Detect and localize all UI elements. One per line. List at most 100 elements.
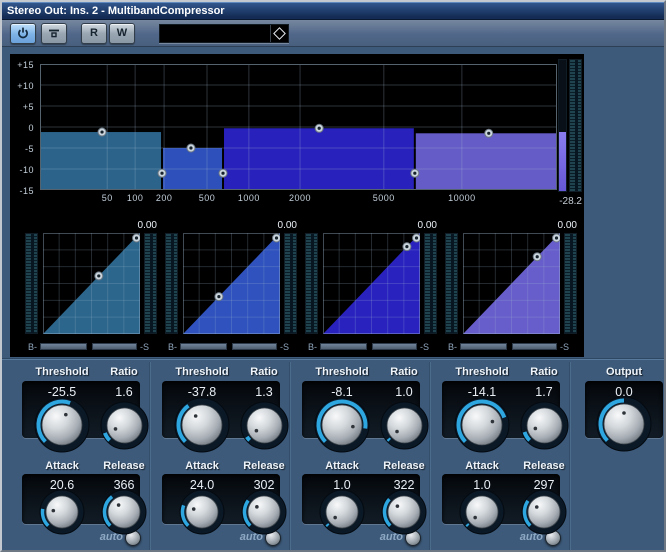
band-3-area[interactable] <box>224 128 414 190</box>
ratio-label: Ratio <box>504 366 584 378</box>
eq-x-tick: 10000 <box>444 193 480 203</box>
eq-x-axis: 5010020050010002000500010000 <box>40 193 557 205</box>
ratio-knob[interactable] <box>520 401 569 450</box>
band-slider[interactable] <box>180 343 227 350</box>
band-gr-meter <box>284 233 297 334</box>
solo-label[interactable]: -S <box>560 342 569 352</box>
eq-y-axis: +15+10+50-5-10-15 <box>12 64 37 190</box>
band-input-meter <box>25 233 38 334</box>
window-title: Stereo Out: Ins. 2 - MultibandCompressor <box>7 5 225 17</box>
output-level-fill <box>559 132 566 191</box>
release-knob[interactable] <box>101 489 147 535</box>
comp-module-1: 0.00 B- -S <box>25 220 159 356</box>
release-value[interactable]: 366 <box>84 478 164 492</box>
attack-knob[interactable] <box>39 489 85 535</box>
band-1-controls: ThresholdRatio-25.51.6AttackRelease20.63… <box>10 360 150 552</box>
band-slider[interactable] <box>92 343 137 350</box>
toolbar: R W <box>2 20 664 47</box>
band-bs-row: B- -S <box>25 340 159 354</box>
band-2-controls: ThresholdRatio-37.81.3AttackRelease24.03… <box>150 360 290 552</box>
release-value[interactable]: 322 <box>364 478 444 492</box>
output-level-meter <box>558 59 567 192</box>
title-bar[interactable]: Stereo Out: Ins. 2 - MultibandCompressor <box>2 2 664 20</box>
band-input-meter <box>305 233 318 334</box>
controls-section: Output 0.0 ThresholdRatio-25.51.6AttackR… <box>2 358 666 552</box>
band-slider[interactable] <box>320 343 367 350</box>
output-value[interactable]: 0.0 <box>584 385 664 399</box>
compression-curve-graph <box>323 233 420 334</box>
release-knob[interactable] <box>521 489 567 535</box>
attack-knob[interactable] <box>459 489 505 535</box>
eq-y-tick: 0 <box>12 123 34 133</box>
eq-plot-area <box>40 64 557 190</box>
eq-y-tick: -5 <box>12 144 34 154</box>
power-button[interactable] <box>10 23 36 44</box>
eq-y-tick: +15 <box>12 60 34 70</box>
threshold-knob[interactable] <box>454 397 510 453</box>
release-knob[interactable] <box>381 489 427 535</box>
release-knob[interactable] <box>241 489 287 535</box>
read-button-label: R <box>90 27 98 39</box>
attack-knob[interactable] <box>179 489 225 535</box>
bypass-label[interactable]: B- <box>168 342 177 352</box>
ratio-value[interactable]: 1.7 <box>504 385 584 399</box>
attack-knob[interactable] <box>319 489 365 535</box>
threshold-knob[interactable] <box>314 397 370 453</box>
gain-reduction-readout: 0.00 <box>138 220 157 231</box>
eq-y-tick: +5 <box>12 102 34 112</box>
plugin-window: Stereo Out: Ins. 2 - MultibandCompressor… <box>0 0 666 552</box>
band-4-area[interactable] <box>416 133 556 190</box>
preset-field[interactable] <box>159 24 289 43</box>
solo-label[interactable]: -S <box>280 342 289 352</box>
gain-reduction-readout: 0.00 <box>278 220 297 231</box>
band-bs-row: B- -S <box>165 340 299 354</box>
band-gr-meter <box>424 233 437 334</box>
ratio-knob[interactable] <box>380 401 429 450</box>
band-slider[interactable] <box>232 343 277 350</box>
release-value[interactable]: 302 <box>224 478 304 492</box>
output-meter-scale <box>569 59 582 192</box>
band-bs-row: B- -S <box>445 340 579 354</box>
power-icon <box>17 27 29 39</box>
bypass-label[interactable]: B- <box>448 342 457 352</box>
band-1-area[interactable] <box>41 132 161 190</box>
eq-x-tick: 500 <box>189 193 225 203</box>
compression-curve-graph <box>183 233 280 334</box>
display-panel: +15+10+50-5-10-15 5010020050010002000500… <box>10 54 584 357</box>
release-value[interactable]: 297 <box>504 478 584 492</box>
ratio-value[interactable]: 1.3 <box>224 385 304 399</box>
ratio-knob[interactable] <box>240 401 289 450</box>
output-knob[interactable] <box>596 396 652 452</box>
band-slider[interactable] <box>460 343 507 350</box>
bypass-label[interactable]: B- <box>308 342 317 352</box>
eq-y-tick: -10 <box>12 165 34 175</box>
eq-display <box>40 64 557 190</box>
band-gr-meter <box>564 233 577 334</box>
bypass-button[interactable] <box>41 23 67 44</box>
bypass-icon <box>48 28 60 39</box>
eq-x-tick: 1000 <box>231 193 267 203</box>
band-slider[interactable] <box>512 343 557 350</box>
write-automation-button[interactable]: W <box>109 23 135 44</box>
ratio-value[interactable]: 1.6 <box>84 385 164 399</box>
band-gr-meter <box>144 233 157 334</box>
threshold-knob[interactable] <box>174 397 230 453</box>
preset-menu-button[interactable] <box>270 25 288 42</box>
solo-label[interactable]: -S <box>140 342 149 352</box>
gain-reduction-readout: 0.00 <box>558 220 577 231</box>
ratio-knob[interactable] <box>100 401 149 450</box>
band-4-controls: ThresholdRatio-14.11.7AttackRelease1.029… <box>430 360 570 552</box>
threshold-knob[interactable] <box>34 397 90 453</box>
output-label: Output <box>584 366 664 378</box>
band-slider[interactable] <box>40 343 87 350</box>
write-button-label: W <box>117 27 127 39</box>
band-slider[interactable] <box>372 343 417 350</box>
band-input-meter <box>445 233 458 334</box>
gain-reduction-readout: 0.00 <box>418 220 437 231</box>
eq-x-tick: 2000 <box>282 193 318 203</box>
output-meter-readout: -28.2 <box>542 196 582 207</box>
solo-label[interactable]: -S <box>420 342 429 352</box>
ratio-value[interactable]: 1.0 <box>364 385 444 399</box>
read-automation-button[interactable]: R <box>81 23 107 44</box>
bypass-label[interactable]: B- <box>28 342 37 352</box>
